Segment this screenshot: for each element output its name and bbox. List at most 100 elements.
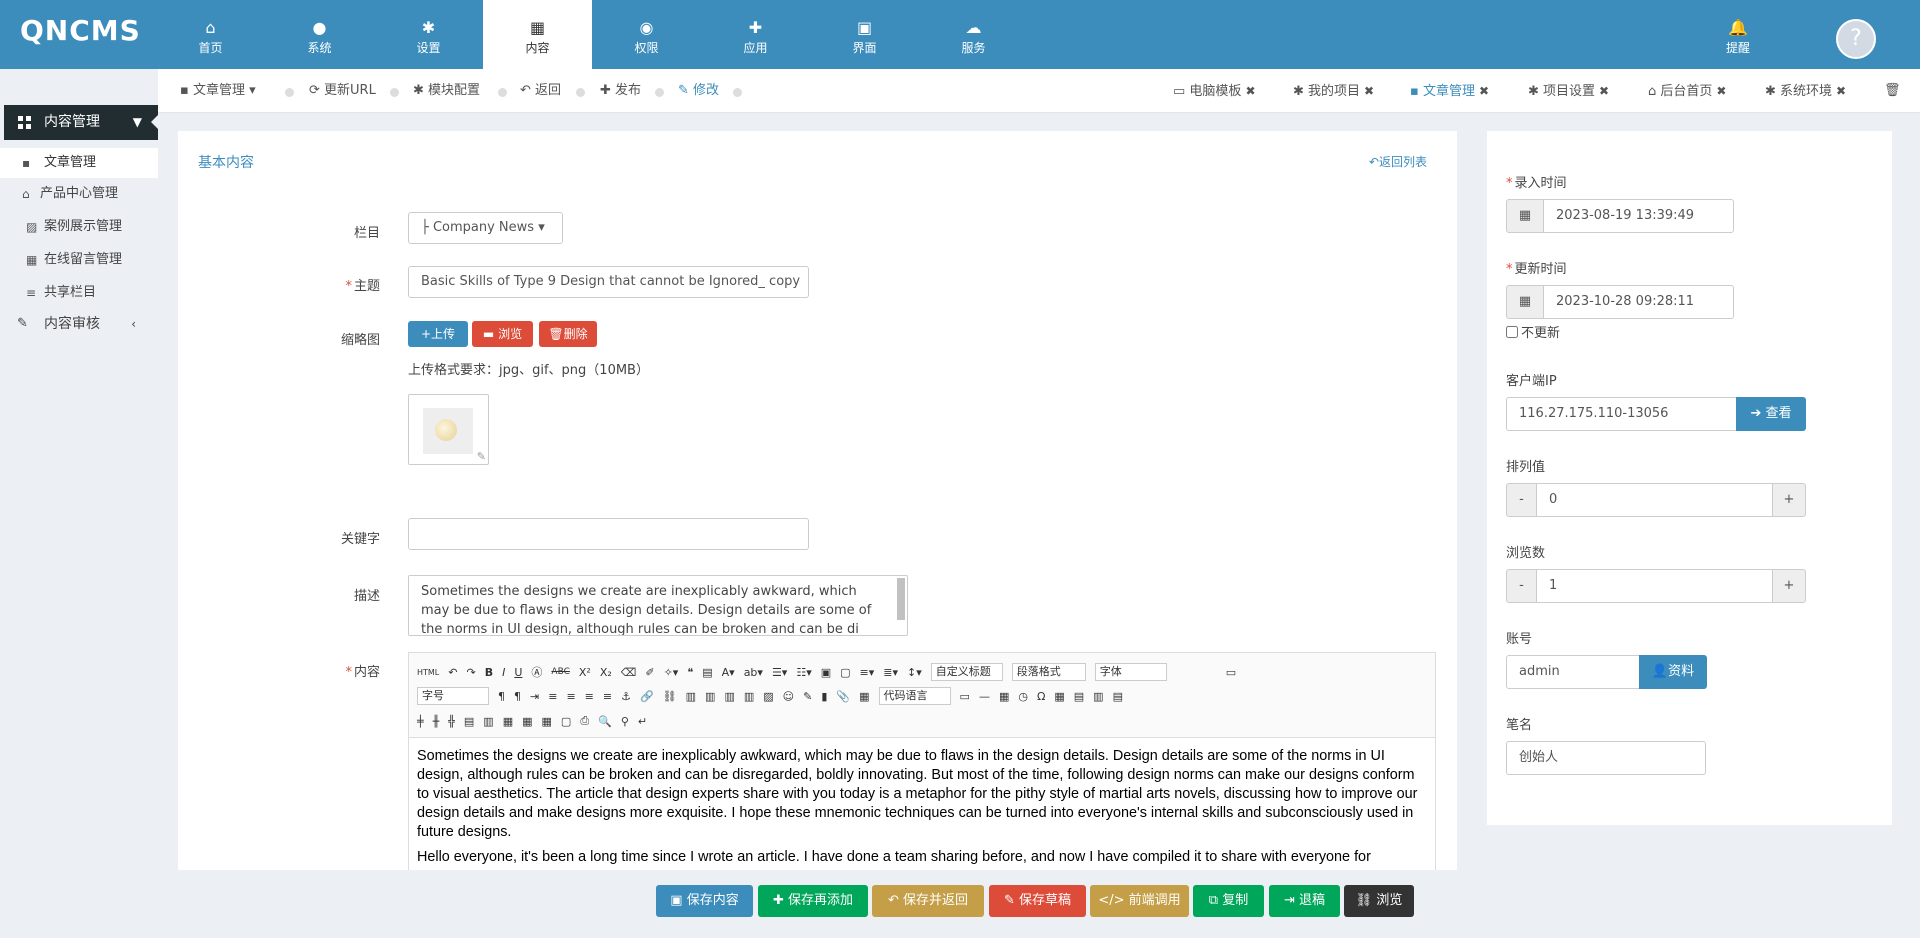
nav-apps[interactable]: ✚ 应用: [701, 0, 810, 69]
table-props-icon[interactable]: ▦: [503, 715, 513, 728]
attachment-icon[interactable]: 📎: [836, 690, 850, 703]
scrollbar[interactable]: [897, 578, 905, 620]
view-ip-button[interactable]: ➔ 查看: [1736, 397, 1806, 431]
sidebar-group-content[interactable]: 内容管理 ▼: [4, 105, 159, 140]
close-icon[interactable]: ✖: [1599, 84, 1609, 98]
delete-col-icon[interactable]: ╫: [433, 715, 440, 728]
thumbnail-preview[interactable]: ✎: [408, 394, 489, 465]
insert-table-icon[interactable]: ▦: [1054, 690, 1064, 703]
horizontal-rule-icon[interactable]: —: [979, 690, 990, 703]
entry-time-input[interactable]: 2023-08-19 13:39:49: [1543, 199, 1734, 233]
close-icon[interactable]: ✖: [1245, 84, 1255, 98]
subject-input[interactable]: Basic Skills of Type 9 Design that canno…: [408, 266, 809, 298]
views-increment-button[interactable]: +: [1772, 569, 1806, 603]
calendar-icon[interactable]: ▦: [1506, 285, 1544, 319]
preview-button[interactable]: ⛓ 浏览: [1344, 885, 1414, 917]
subscript-icon[interactable]: X₂: [600, 666, 612, 679]
align-justify-icon[interactable]: ≡: [603, 690, 612, 703]
app-logo[interactable]: QNCMS: [20, 14, 141, 47]
insert-video-icon[interactable]: ▮: [821, 690, 827, 703]
tab-article-manage[interactable]: ▪ 文章管理 ✖: [1410, 69, 1489, 113]
auto-format-icon[interactable]: ✧▾: [664, 666, 679, 679]
eraser-icon[interactable]: ⌫: [621, 666, 637, 679]
superscript-icon[interactable]: X²: [579, 666, 591, 679]
font-border-icon[interactable]: Ⓐ: [531, 664, 542, 680]
trash-icon[interactable]: 🗑: [1884, 69, 1901, 113]
link-icon[interactable]: 🔗: [640, 690, 654, 703]
nav-home[interactable]: ⌂ 首页: [156, 0, 265, 69]
profile-button[interactable]: 👤资料: [1639, 655, 1707, 689]
unlink-icon[interactable]: ⛓: [663, 690, 677, 703]
delete-row-icon[interactable]: ╪: [417, 715, 424, 728]
update-time-input[interactable]: 2023-10-28 09:28:11: [1543, 285, 1734, 319]
search-replace-icon[interactable]: ⚲: [621, 715, 629, 728]
anchor-icon[interactable]: ⚓: [621, 690, 631, 703]
font-color-icon[interactable]: A▾: [722, 666, 735, 679]
sidebar-item-messages[interactable]: ▦ 在线留言管理: [0, 245, 158, 275]
split-cells-icon[interactable]: ╬: [448, 715, 455, 728]
image-right-icon[interactable]: ▥: [724, 690, 734, 703]
undo-icon[interactable]: ↶: [448, 666, 457, 679]
image-float-none-icon[interactable]: ▥: [686, 690, 696, 703]
split-cols-icon[interactable]: ▥: [483, 715, 493, 728]
indent-icon[interactable]: ⇥: [530, 690, 539, 703]
editor-content[interactable]: Sometimes the designs we create are inex…: [417, 747, 1427, 873]
direction-ltr-icon[interactable]: ¶: [498, 690, 505, 703]
ordered-list-icon[interactable]: ☰▾: [772, 666, 787, 679]
keywords-input[interactable]: [408, 518, 809, 550]
sidebar-item-shared[interactable]: ≡ 共享栏目: [0, 278, 158, 308]
nav-settings[interactable]: ✱ 设置: [374, 0, 483, 69]
template-icon[interactable]: ▢: [561, 715, 571, 728]
image-left-icon[interactable]: ▥: [705, 690, 715, 703]
action-edit[interactable]: ✎ 修改: [678, 69, 719, 113]
views-input[interactable]: 1: [1536, 569, 1773, 603]
redo-icon[interactable]: ↷: [466, 666, 475, 679]
insert-frame-icon[interactable]: ▦: [859, 690, 869, 703]
paragraph-select[interactable]: 段落格式: [1011, 663, 1086, 681]
unordered-list-icon[interactable]: ☷▾: [796, 666, 811, 679]
save-content-button[interactable]: ▣ 保存内容: [656, 885, 753, 917]
save-return-button[interactable]: ↶ 保存并返回: [872, 885, 984, 917]
merge-cells-icon[interactable]: ▤: [1113, 690, 1123, 703]
select-all-icon[interactable]: ▣: [821, 666, 831, 679]
line-height-icon[interactable]: ↕▾: [907, 666, 922, 679]
date-icon[interactable]: ▦: [999, 690, 1009, 703]
frontend-call-button[interactable]: </> 前端调用: [1090, 885, 1189, 917]
nav-permissions[interactable]: ◉ 权限: [592, 0, 701, 69]
scrawl-icon[interactable]: ✎: [803, 690, 812, 703]
underline-icon[interactable]: U: [514, 666, 522, 679]
format-brush-icon[interactable]: ✐: [645, 666, 654, 679]
row-spacing-top-icon[interactable]: ≡▾: [860, 666, 875, 679]
sidebar-item-audit[interactable]: ✎ 内容审核 ‹: [0, 308, 158, 340]
back-to-list-link[interactable]: ↶返回列表: [1369, 153, 1427, 170]
nav-services[interactable]: ☁ 服务: [919, 0, 1028, 69]
align-center-icon[interactable]: ≡: [566, 690, 575, 703]
emotion-icon[interactable]: ☺: [783, 690, 794, 703]
action-update-url[interactable]: ⟳ 更新URL: [309, 69, 376, 113]
nav-interface[interactable]: ▣ 界面: [810, 0, 919, 69]
insert-image-icon[interactable]: ▨: [763, 690, 773, 703]
split-rows-icon[interactable]: ▤: [464, 715, 474, 728]
close-icon[interactable]: ✖: [1716, 84, 1726, 98]
align-right-icon[interactable]: ≡: [585, 690, 594, 703]
direction-rtl-icon[interactable]: ¶: [514, 690, 521, 703]
enter-icon[interactable]: ↵: [638, 715, 647, 728]
calendar-icon[interactable]: ▦: [1506, 199, 1544, 233]
tab-admin-home[interactable]: ⌂ 后台首页 ✖: [1648, 69, 1726, 113]
special-chars-icon[interactable]: Ω: [1037, 690, 1045, 703]
align-left-icon[interactable]: ≡: [548, 690, 557, 703]
account-input[interactable]: admin: [1506, 655, 1640, 689]
delete-button[interactable]: 🗑删除: [539, 321, 597, 347]
page-break-icon[interactable]: ▭: [960, 690, 970, 703]
preview-icon[interactable]: 🔍: [598, 715, 612, 728]
insert-paragraph-icon[interactable]: ▦: [542, 715, 552, 728]
tab-pc-template[interactable]: ▭ 电脑模板 ✖: [1173, 69, 1256, 113]
custom-title-select[interactable]: 自定义标题: [930, 663, 1003, 681]
action-module-config[interactable]: ✱ 模块配置: [413, 69, 480, 113]
sort-decrement-button[interactable]: -: [1506, 483, 1537, 517]
browse-button[interactable]: ▬ 浏览: [472, 321, 533, 347]
no-update-checkbox[interactable]: [1506, 326, 1518, 338]
bold-icon[interactable]: B: [485, 666, 493, 679]
pen-name-input[interactable]: 创始人: [1506, 741, 1706, 775]
sort-increment-button[interactable]: +: [1772, 483, 1806, 517]
